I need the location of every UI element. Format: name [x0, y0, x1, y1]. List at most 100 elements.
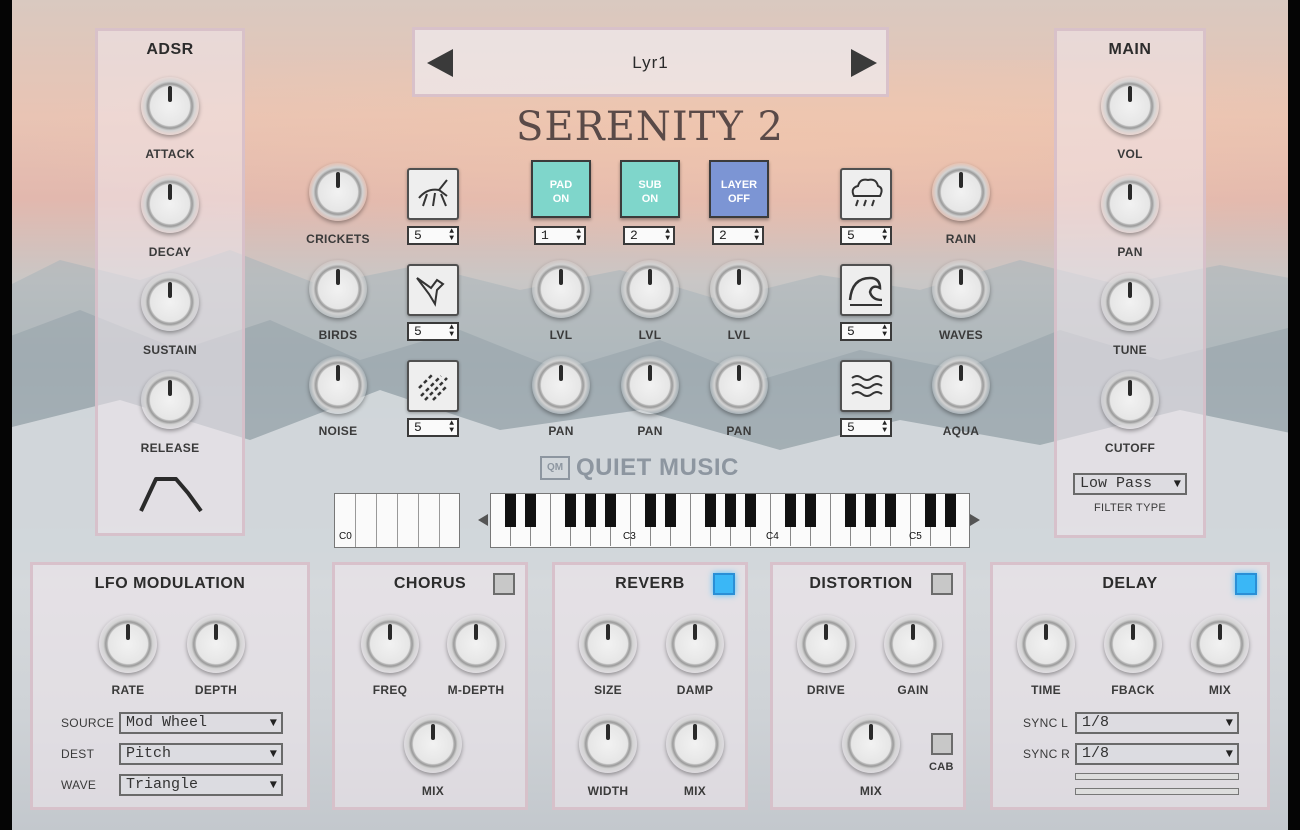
lfo-dest-select[interactable]: Pitch ▼: [119, 743, 283, 765]
piano-black-key[interactable]: [525, 494, 536, 527]
aqua-knob[interactable]: [932, 356, 990, 414]
attack-label: ATTACK: [145, 147, 195, 161]
rain-knob[interactable]: [932, 163, 990, 221]
sync-l-label: SYNC L: [1023, 716, 1069, 730]
preset-next-button[interactable]: [849, 47, 879, 79]
pad-level-knob[interactable]: [532, 260, 590, 318]
piano-black-key[interactable]: [845, 494, 856, 527]
sub-layer-button[interactable]: SUB ON: [620, 160, 680, 218]
attack-knob[interactable]: [141, 77, 199, 135]
filter-type-value: Low Pass: [1080, 475, 1153, 492]
tune-knob[interactable]: [1101, 273, 1159, 331]
decay-knob[interactable]: [141, 175, 199, 233]
delay-slider-1[interactable]: [1075, 773, 1239, 780]
sustain-knob[interactable]: [141, 273, 199, 331]
piano-black-key[interactable]: [585, 494, 596, 527]
keyboard-scroll-left[interactable]: [476, 512, 490, 528]
piano-black-key[interactable]: [565, 494, 576, 527]
birds-knob[interactable]: [309, 260, 367, 318]
reverb-size-knob[interactable]: [579, 615, 637, 673]
cab-toggle[interactable]: [931, 733, 953, 755]
piano-black-key[interactable]: [665, 494, 676, 527]
lfo-source-select[interactable]: Mod Wheel ▼: [119, 712, 283, 734]
lfo-rate-knob[interactable]: [99, 615, 157, 673]
waves-sample-button[interactable]: [840, 264, 892, 316]
piano-black-key[interactable]: [925, 494, 936, 527]
layer-toggle-button[interactable]: LAYER OFF: [709, 160, 769, 218]
delay-enable-toggle[interactable]: [1235, 573, 1257, 595]
crickets-variant-spinner[interactable]: 5 ▲ ▼: [407, 226, 459, 245]
distortion-mix-knob[interactable]: [842, 715, 900, 773]
waves-variant-spinner[interactable]: 5 ▲ ▼: [840, 322, 892, 341]
lfo-source-label: SOURCE: [61, 716, 115, 730]
delay-mix-knob[interactable]: [1191, 615, 1249, 673]
crickets-knob[interactable]: [309, 163, 367, 221]
piano-black-key[interactable]: [945, 494, 956, 527]
sub-level-knob[interactable]: [621, 260, 679, 318]
reverb-enable-toggle[interactable]: [713, 573, 735, 595]
keyboard-scroll-right[interactable]: [968, 512, 982, 528]
piano-black-key[interactable]: [725, 494, 736, 527]
preset-prev-button[interactable]: [425, 47, 455, 79]
pad-variant-spinner[interactable]: 1 ▲ ▼: [534, 226, 586, 245]
noise-variant-spinner[interactable]: 5 ▲ ▼: [407, 418, 459, 437]
noise-knob[interactable]: [309, 356, 367, 414]
piano-black-key[interactable]: [745, 494, 756, 527]
cab-label: CAB: [929, 761, 954, 773]
layer-variant-spinner[interactable]: 2 ▲ ▼: [712, 226, 764, 245]
distortion-drive-knob[interactable]: [797, 615, 855, 673]
rain-sample-button[interactable]: [840, 168, 892, 220]
aqua-label: AQUA: [942, 424, 980, 438]
birds-sample-button[interactable]: [407, 264, 459, 316]
distortion-gain-label: GAIN: [897, 683, 929, 697]
reverb-width-knob[interactable]: [579, 715, 637, 773]
synth-window: ADSR ATTACK DECAY SUSTAIN RELEASE MAIN V…: [0, 0, 1300, 830]
vol-knob[interactable]: [1101, 77, 1159, 135]
preset-name[interactable]: Lyr1: [475, 53, 826, 73]
sub-variant-spinner[interactable]: 2 ▲ ▼: [623, 226, 675, 245]
piano-keyboard[interactable]: C3 C4 C5: [490, 493, 970, 548]
crickets-sample-button[interactable]: [407, 168, 459, 220]
piano-black-key[interactable]: [885, 494, 896, 527]
tune-label: TUNE: [1113, 343, 1147, 357]
piano-black-key[interactable]: [865, 494, 876, 527]
chorus-enable-toggle[interactable]: [493, 573, 515, 595]
aqua-sample-button[interactable]: [840, 360, 892, 412]
aqua-variant-spinner[interactable]: 5 ▲ ▼: [840, 418, 892, 437]
delay-time-knob[interactable]: [1017, 615, 1075, 673]
piano-black-key[interactable]: [605, 494, 616, 527]
release-knob[interactable]: [141, 371, 199, 429]
lfo-wave-select[interactable]: Triangle ▼: [119, 774, 283, 796]
lfo-depth-knob[interactable]: [187, 615, 245, 673]
piano-black-key[interactable]: [805, 494, 816, 527]
filter-type-select[interactable]: Low Pass ▼: [1073, 473, 1187, 495]
waves-knob[interactable]: [932, 260, 990, 318]
pan-knob[interactable]: [1101, 175, 1159, 233]
distortion-gain-knob[interactable]: [884, 615, 942, 673]
sub-pan-knob[interactable]: [621, 356, 679, 414]
reverb-panel: REVERB SIZE DAMP WIDTH MIX: [552, 562, 748, 810]
pad-layer-button[interactable]: PAD ON: [531, 160, 591, 218]
piano-black-key[interactable]: [645, 494, 656, 527]
delay-fback-knob[interactable]: [1104, 615, 1162, 673]
noise-sample-button[interactable]: [407, 360, 459, 412]
piano-black-key[interactable]: [785, 494, 796, 527]
rain-variant-spinner[interactable]: 5 ▲ ▼: [840, 226, 892, 245]
piano-black-key[interactable]: [705, 494, 716, 527]
chorus-freq-knob[interactable]: [361, 615, 419, 673]
delay-slider-2[interactable]: [1075, 788, 1239, 795]
chorus-mdepth-knob[interactable]: [447, 615, 505, 673]
layer-pan-knob[interactable]: [710, 356, 768, 414]
sync-r-select[interactable]: 1/8 ▼: [1075, 743, 1239, 765]
distortion-enable-toggle[interactable]: [931, 573, 953, 595]
reverb-damp-knob[interactable]: [666, 615, 724, 673]
piano-black-key[interactable]: [505, 494, 516, 527]
birds-variant-spinner[interactable]: 5 ▲ ▼: [407, 322, 459, 341]
pad-pan-knob[interactable]: [532, 356, 590, 414]
cutoff-knob[interactable]: [1101, 371, 1159, 429]
reverb-mix-knob[interactable]: [666, 715, 724, 773]
chorus-mix-knob[interactable]: [404, 715, 462, 773]
layer-level-knob[interactable]: [710, 260, 768, 318]
sync-l-select[interactable]: 1/8 ▼: [1075, 712, 1239, 734]
keyboard-range-strip[interactable]: C0: [334, 493, 460, 548]
